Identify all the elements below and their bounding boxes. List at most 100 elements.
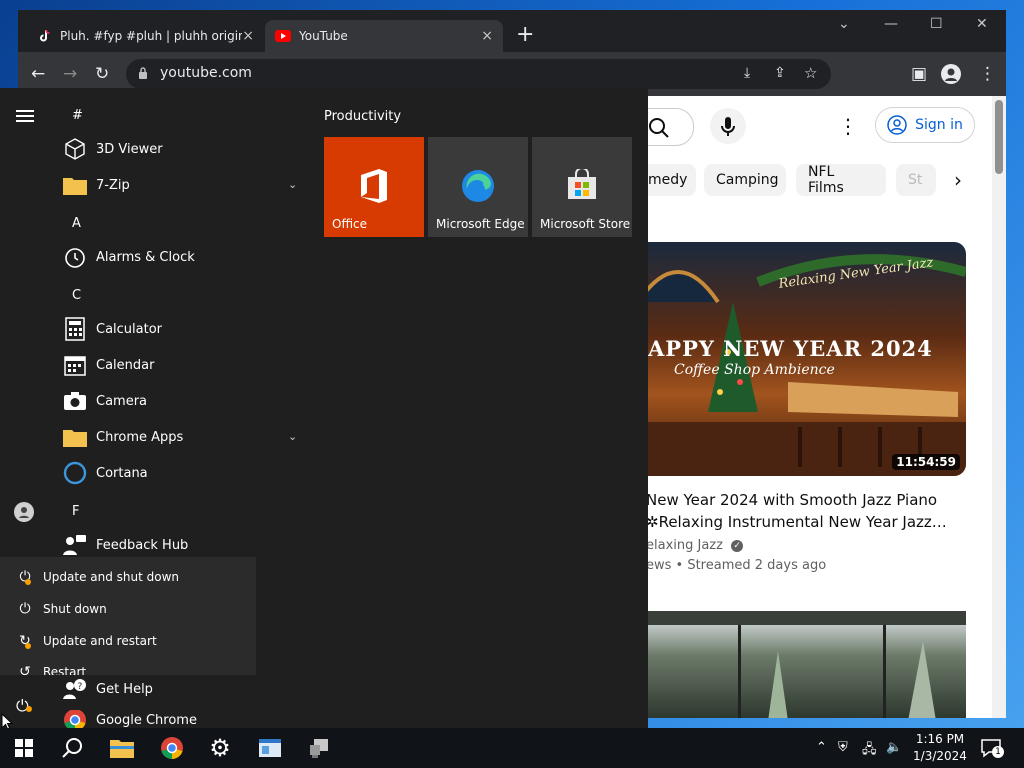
update-and-restart[interactable]: ↻ Update and restart (0, 626, 256, 656)
camera-icon (62, 388, 88, 414)
show-hidden-icons-chevron[interactable]: ⌃ (816, 740, 827, 755)
power-options-menu: ⏻ Update and shut down ⏻ Shut down ↻ Upd… (0, 557, 256, 675)
bookmark-star-icon[interactable]: ☆ (804, 63, 817, 83)
scrollbar-thumb[interactable] (995, 100, 1003, 174)
tile-group-title[interactable]: Productivity (324, 109, 401, 124)
hamburger-menu-icon[interactable] (16, 110, 34, 122)
notification-count: 1 (992, 746, 1004, 758)
video-thumbnail[interactable]: Relaxing New Year Jazz APPY NEW YEAR 202… (638, 242, 966, 476)
restart-icon: ↺ (19, 664, 31, 675)
network-icon[interactable]: 🖧 (862, 740, 877, 762)
video-title-line1[interactable]: New Year 2024 with Smooth Jazz Piano (646, 491, 937, 509)
address-bar[interactable]: youtube.com ☆ ⇪ ⤓ (126, 59, 831, 89)
volume-muted-icon[interactable]: 🔈 (886, 740, 902, 755)
app-calculator[interactable]: Calculator (62, 314, 162, 344)
new-tab-button[interactable]: + (516, 24, 534, 46)
chevron-down-icon[interactable]: ⌄ (288, 178, 297, 191)
minimize-icon[interactable]: — (884, 16, 898, 32)
tile-office[interactable]: Office (324, 137, 424, 237)
app-calendar[interactable]: Calendar (62, 350, 154, 380)
install-icon[interactable]: ⤓ (744, 63, 750, 83)
power-icon[interactable]: ⏻ (16, 696, 32, 716)
app-google-chrome[interactable]: Google Chrome (62, 710, 197, 730)
calculator-icon (62, 316, 88, 342)
microphone-icon (721, 117, 735, 136)
folder-icon (62, 172, 88, 198)
chip-camping[interactable]: Camping (704, 164, 786, 196)
side-panel-icon[interactable]: ▣ (911, 64, 927, 84)
window-app-icon (259, 739, 281, 757)
control-panel-button[interactable] (246, 728, 294, 768)
sign-in-button[interactable]: Sign in (875, 107, 975, 143)
profile-avatar-icon[interactable] (941, 64, 961, 84)
back-icon[interactable]: ← (31, 64, 45, 84)
chip-partial[interactable]: St (896, 164, 936, 196)
video-title-line2[interactable]: ✲Relaxing Instrumental New Year Jazz… (646, 513, 947, 531)
app-7-zip[interactable]: 7-Zip (62, 170, 130, 200)
settings-kebab-icon[interactable]: ⋮ (838, 114, 858, 138)
tab-search-icon[interactable]: ⌄ (838, 16, 850, 32)
taskbar: ⚙ ⌃ ⛨ 🖧 🔈 1:16 PM 1/3/2024 1 (0, 728, 1024, 768)
restart[interactable]: ↺ Restart (0, 657, 256, 675)
tab-tiktok[interactable]: Pluh. #fyp #pluh | pluhh original × (28, 20, 264, 52)
reload-icon[interactable]: ↻ (95, 64, 109, 84)
app-label: Camera (96, 393, 148, 409)
chrome-icon (161, 737, 183, 759)
tile-label: Office (332, 217, 368, 231)
security-alert-icon[interactable]: ⛨ (838, 740, 848, 755)
update-and-shut-down[interactable]: ⏻ Update and shut down (0, 562, 256, 592)
shut-down[interactable]: ⏻ Shut down (0, 594, 256, 624)
search-button[interactable] (48, 728, 96, 768)
close-tab-icon[interactable]: × (481, 28, 493, 44)
app-camera[interactable]: Camera (62, 386, 147, 416)
tiktok-icon (38, 29, 52, 43)
close-tab-icon[interactable]: × (242, 28, 254, 44)
voice-search-button[interactable] (710, 108, 746, 144)
maximize-icon[interactable]: ☐ (930, 16, 943, 32)
app-3d-viewer[interactable]: 3D Viewer (62, 134, 163, 164)
start-button[interactable] (0, 728, 48, 768)
app-label: Get Help (96, 681, 153, 697)
chip-nfl-films[interactable]: NFL Films (796, 164, 886, 196)
app-chrome-apps[interactable]: Chrome Apps (62, 422, 183, 452)
office-icon (361, 169, 387, 203)
page-scrollbar[interactable] (992, 96, 1006, 718)
chrome-taskbar-button[interactable] (148, 728, 196, 768)
start-menu: ⏻ # 3D Viewer 7-Zip ⌄ A Alarms & Clock C… (0, 88, 648, 730)
section-letter-a[interactable]: A (72, 216, 81, 231)
network-app-button[interactable] (296, 728, 344, 768)
section-letter-f[interactable]: F (72, 504, 79, 519)
chevron-right-icon[interactable]: › (954, 168, 962, 192)
update-restart-icon: ↻ (19, 633, 31, 649)
app-label: 3D Viewer (96, 141, 163, 157)
lock-icon (139, 67, 147, 79)
folder-icon (62, 424, 88, 450)
tile-label: Microsoft Store (540, 217, 631, 231)
file-explorer-button[interactable] (98, 728, 146, 768)
video-thumbnail-2[interactable] (638, 611, 966, 718)
app-cortana[interactable]: Cortana (62, 458, 148, 488)
help-icon: ? (62, 676, 88, 702)
share-icon[interactable]: ⇪ (774, 63, 786, 83)
alarm-clock-icon (62, 244, 88, 270)
app-label: Google Chrome (96, 712, 197, 728)
forward-icon[interactable]: → (63, 64, 77, 84)
app-feedback-hub[interactable]: Feedback Hub (62, 530, 188, 560)
greenhouse-illustration (638, 611, 966, 718)
channel-name[interactable]: elaxing Jazz ✓ (646, 538, 744, 553)
settings-button[interactable]: ⚙ (196, 728, 244, 768)
section-letter-c[interactable]: C (72, 288, 81, 303)
notification-center-button[interactable]: 1 (980, 738, 1004, 758)
tile-microsoft-store[interactable]: Microsoft Store (532, 137, 632, 237)
close-window-icon[interactable]: ✕ (976, 16, 988, 32)
tile-microsoft-edge[interactable]: Microsoft Edge (428, 137, 528, 237)
menu-kebab-icon[interactable]: ⋮ (979, 64, 996, 84)
chevron-down-icon[interactable]: ⌄ (288, 430, 297, 443)
clock[interactable]: 1:16 PM 1/3/2024 (912, 731, 968, 765)
tab-youtube[interactable]: YouTube × (265, 20, 503, 52)
app-alarms-clock[interactable]: Alarms & Clock (62, 242, 195, 272)
section-letter-hash[interactable]: # (72, 108, 83, 123)
user-account-icon[interactable] (14, 502, 34, 522)
app-get-help[interactable]: ? Get Help (62, 674, 153, 704)
cube-icon (62, 136, 88, 162)
